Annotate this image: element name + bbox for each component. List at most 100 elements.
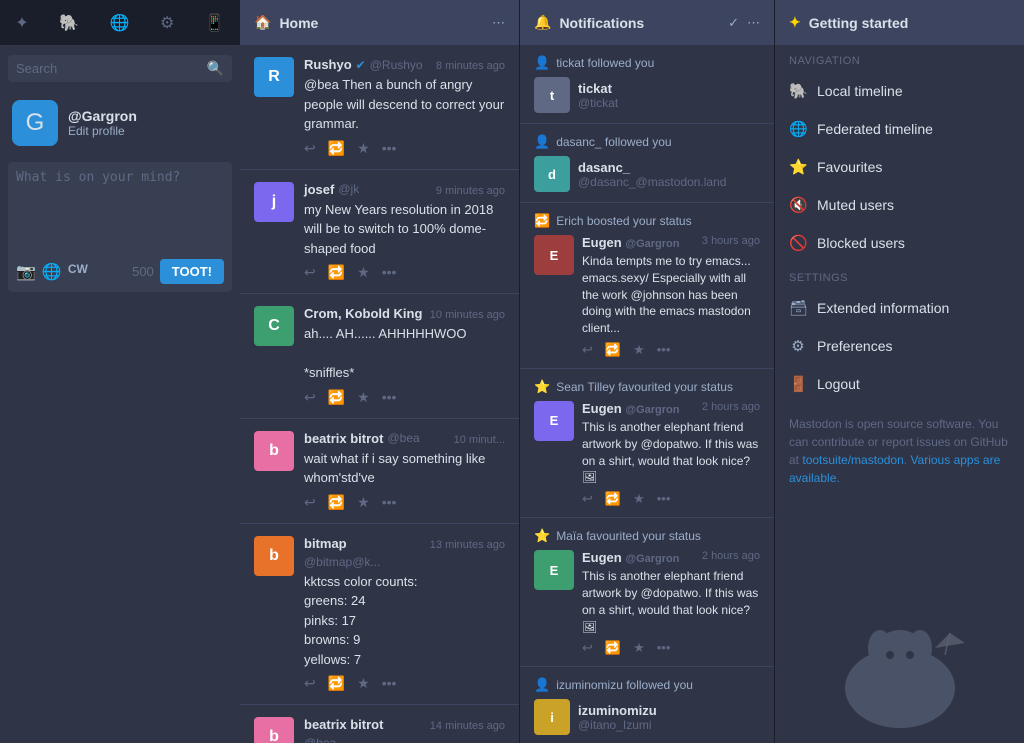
notif-boost-icon[interactable]: 🔁 [605, 342, 621, 358]
notification-item: 👤 dasanc_ followed you d dasanc_ @dasanc… [520, 124, 774, 203]
boost-icon[interactable]: 🔁 [328, 140, 345, 157]
notif-reply-icon[interactable]: ↩ [582, 342, 593, 358]
blocked-users-item[interactable]: 🚫 Blocked users [775, 224, 1024, 262]
status-handle: @bitmap@k... [304, 555, 380, 569]
privacy-icon[interactable]: 🌐 [42, 262, 62, 282]
notif-fav-icon[interactable]: ★ [633, 491, 645, 507]
fav-icon[interactable]: ★ [357, 389, 370, 406]
notif-user-avatar[interactable]: d [534, 156, 570, 192]
nav-icons-bar: ✦ 🐘 🌐 ⚙ 📱 [0, 0, 240, 45]
preferences-item[interactable]: ⚙ Preferences [775, 327, 1024, 365]
status-avatar[interactable]: b [254, 431, 294, 471]
notif-more-icon[interactable]: ••• [657, 491, 671, 507]
boost-icon[interactable]: 🔁 [328, 389, 345, 406]
muted-users-item[interactable]: 🔇 Muted users [775, 186, 1024, 224]
boost-icon[interactable]: 🔁 [328, 675, 345, 692]
avatar[interactable]: G [12, 100, 58, 146]
compose-textarea[interactable] [16, 170, 224, 250]
search-input[interactable] [16, 61, 207, 76]
fav-icon[interactable]: ★ [357, 494, 370, 511]
bell-icon: 🔔 [534, 14, 551, 31]
notifications-column-scroll[interactable]: 👤 tickat followed you t tickat @tickat 👤… [520, 45, 774, 743]
left-sidebar: ✦ 🐘 🌐 ⚙ 📱 🔍 G @Gargron Edit profile 📷 🌐 … [0, 0, 240, 743]
status-item: b beatrix bitrot @bea... 14 minutes ago … [240, 705, 519, 743]
notif-fav-icon[interactable]: ★ [633, 640, 645, 656]
more-icon[interactable]: ••• [382, 389, 397, 406]
status-header: Crom, Kobold King 10 minutes ago [304, 306, 505, 321]
notif-user-row: d dasanc_ @dasanc_@mastodon.land [534, 156, 760, 192]
search-bar[interactable]: 🔍 [8, 55, 232, 82]
notif-status-actions: ↩ 🔁 ★ ••• [582, 491, 760, 507]
reply-icon[interactable]: ↩ [304, 264, 316, 281]
notif-status-avatar[interactable]: E [534, 235, 574, 275]
nav-icon-home[interactable]: ✦ [15, 13, 28, 33]
home-menu-icon[interactable]: ⋯ [492, 15, 505, 31]
status-avatar[interactable]: C [254, 306, 294, 346]
status-avatar[interactable]: b [254, 717, 294, 743]
toot-button[interactable]: TOOT! [160, 259, 224, 284]
status-display-name: Rushyo [304, 57, 352, 72]
home-column-scroll[interactable]: R Rushyo ✔ @Rushyo 8 minutes ago @bea Th… [240, 45, 519, 743]
more-icon[interactable]: ••• [382, 140, 397, 157]
image-icon[interactable]: 📷 [16, 262, 36, 282]
nav-icon-elephant[interactable]: 🐘 [59, 13, 79, 33]
status-time: 13 minutes ago [430, 539, 505, 551]
notifications-column-title: 🔔 Notifications [534, 14, 644, 31]
status-header: beatrix bitrot @bea 10 minut... [304, 431, 505, 446]
notif-boost-icon[interactable]: 🔁 [605, 491, 621, 507]
status-avatar[interactable]: R [254, 57, 294, 97]
more-icon[interactable]: ••• [382, 675, 397, 692]
edit-profile-link[interactable]: Edit profile [68, 124, 137, 138]
extended-info-item[interactable]: 🗃 Extended information [775, 289, 1024, 327]
check-icon[interactable]: ✓ [728, 15, 739, 31]
filter-icon[interactable]: ⋯ [747, 15, 760, 31]
fav-icon[interactable]: ★ [357, 140, 370, 157]
nav-icon-globe[interactable]: 🌐 [110, 13, 130, 33]
notif-more-icon[interactable]: ••• [657, 640, 671, 656]
notif-more-icon[interactable]: ••• [657, 342, 671, 358]
more-icon[interactable]: ••• [382, 264, 397, 281]
boost-icon[interactable]: 🔁 [328, 264, 345, 281]
cw-button[interactable]: CW [68, 262, 88, 282]
favourites-item[interactable]: ⭐ Favourites [775, 148, 1024, 186]
local-timeline-item[interactable]: 🐘 Local timeline [775, 72, 1024, 110]
nav-icon-apps[interactable]: 📱 [205, 13, 225, 33]
notification-item: ⭐ Maïa favourited your status E Eugen @G… [520, 518, 774, 667]
status-avatar[interactable]: j [254, 182, 294, 222]
settings-label: SETTINGS [775, 262, 1024, 289]
logout-item[interactable]: 🚪 Logout [775, 365, 1024, 403]
notif-user-avatar[interactable]: i [534, 699, 570, 735]
github-link[interactable]: tootsuite/mastodon [802, 453, 903, 467]
notif-user-avatar[interactable]: t [534, 77, 570, 113]
compose-footer: 📷 🌐 CW 500 TOOT! [16, 259, 224, 284]
federated-timeline-icon: 🌐 [789, 120, 807, 138]
reply-icon[interactable]: ↩ [304, 389, 316, 406]
reply-icon[interactable]: ↩ [304, 494, 316, 511]
extended-info-icon: 🗃 [789, 299, 807, 317]
notification-item: ⭐ Sean Tilley favourited your status E E… [520, 369, 774, 518]
notif-fav-icon[interactable]: ★ [633, 342, 645, 358]
fav-icon[interactable]: ★ [357, 264, 370, 281]
extended-info-label: Extended information [817, 300, 949, 316]
reply-icon[interactable]: ↩ [304, 675, 316, 692]
logout-label: Logout [817, 376, 860, 392]
notif-status-time: 2 hours ago [702, 550, 760, 565]
notif-status-content: Eugen @Gargron 3 hours ago Kinda tempts … [582, 235, 760, 358]
notif-header: 🔁 Erich boosted your status [534, 213, 760, 229]
notif-status-avatar[interactable]: E [534, 401, 574, 441]
federated-timeline-item[interactable]: 🌐 Federated timeline [775, 110, 1024, 148]
notif-reply-icon[interactable]: ↩ [582, 640, 593, 656]
notif-status-avatar[interactable]: E [534, 550, 574, 590]
fav-icon[interactable]: ★ [357, 675, 370, 692]
notif-boost-icon[interactable]: 🔁 [605, 640, 621, 656]
notif-user-name: izuminomizu [578, 703, 657, 718]
compose-area: 📷 🌐 CW 500 TOOT! [8, 162, 232, 292]
status-avatar[interactable]: b [254, 536, 294, 576]
status-display-name: Crom, Kobold King [304, 306, 422, 321]
status-header: josef @jk 9 minutes ago [304, 182, 505, 197]
notif-reply-icon[interactable]: ↩ [582, 491, 593, 507]
boost-icon[interactable]: 🔁 [328, 494, 345, 511]
more-icon[interactable]: ••• [382, 494, 397, 511]
nav-icon-settings[interactable]: ⚙ [160, 13, 174, 33]
reply-icon[interactable]: ↩ [304, 140, 316, 157]
